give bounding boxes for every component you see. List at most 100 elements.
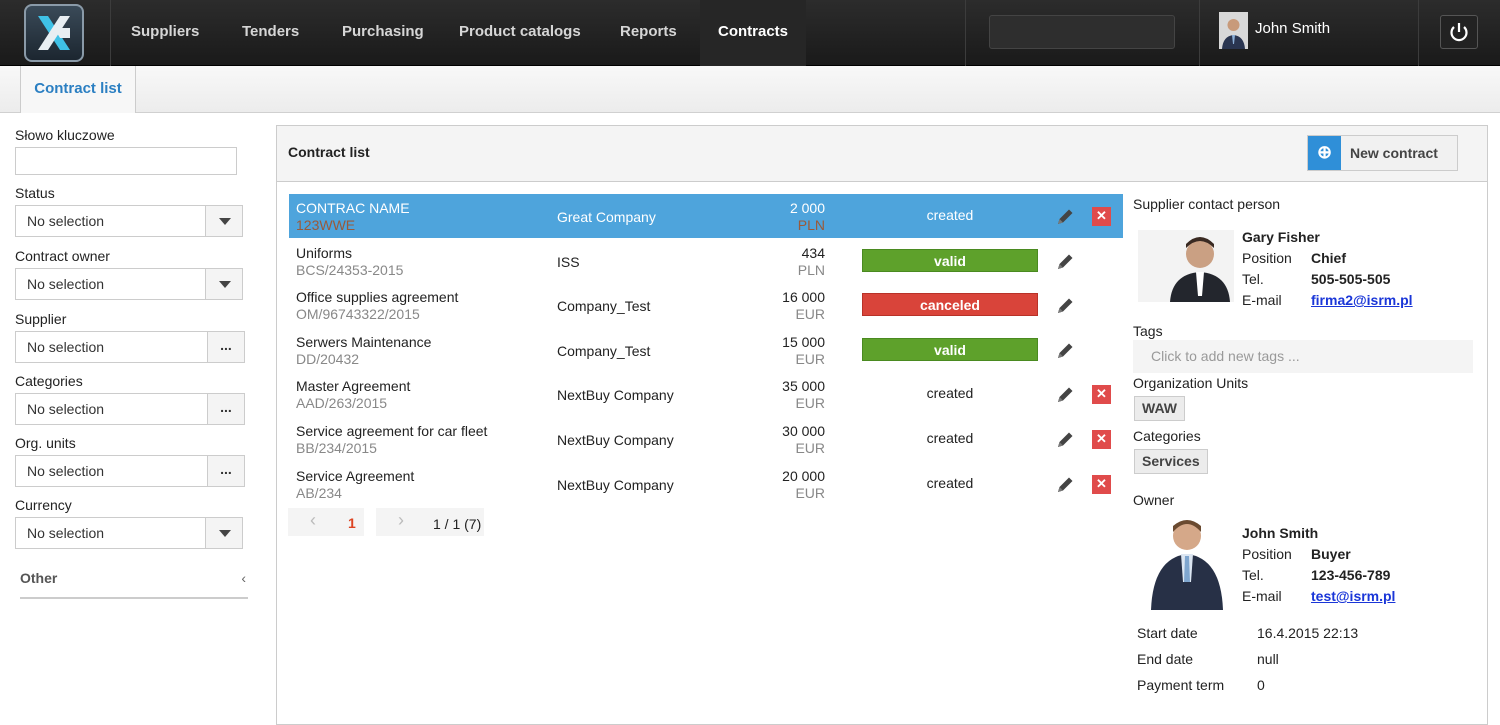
contact-email-label: E-mail bbox=[1242, 292, 1282, 308]
status-label: Status bbox=[15, 185, 55, 201]
org-units-browse-button[interactable]: ... bbox=[207, 456, 244, 486]
table-row[interactable]: Office supplies agreement OM/96743322/201… bbox=[289, 283, 1123, 327]
edit-pencil-icon[interactable] bbox=[1055, 252, 1075, 272]
edit-pencil-icon[interactable] bbox=[1055, 475, 1075, 495]
payment-term-value: 0 bbox=[1257, 677, 1265, 693]
delete-x-icon[interactable]: ✕ bbox=[1092, 385, 1111, 405]
contact-position-label: Position bbox=[1242, 250, 1292, 266]
nav-purchasing[interactable]: Purchasing bbox=[342, 0, 424, 66]
status-badge: canceled bbox=[862, 293, 1038, 317]
contract-amount: 434 bbox=[801, 244, 825, 261]
edit-pencil-icon[interactable] bbox=[1055, 430, 1075, 450]
tags-input[interactable]: Click to add new tags ... bbox=[1133, 340, 1473, 373]
edit-pencil-icon[interactable] bbox=[1055, 341, 1075, 361]
panel-title: Contract list bbox=[288, 144, 370, 160]
edit-pencil-icon[interactable] bbox=[1055, 296, 1075, 316]
contract-company: Great Company bbox=[557, 209, 656, 225]
keyword-label: Słowo kluczowe bbox=[15, 127, 115, 143]
tags-label: Tags bbox=[1133, 323, 1163, 339]
owner-tel: 123-456-789 bbox=[1311, 567, 1391, 583]
prev-page-button[interactable]: ‹ 1 bbox=[288, 508, 364, 536]
contract-currency: EUR bbox=[795, 395, 825, 412]
status-badge: valid bbox=[862, 248, 1038, 272]
supplier-browse-button[interactable]: ... bbox=[207, 332, 244, 362]
power-icon bbox=[1450, 23, 1468, 42]
contract-company: NextBuy Company bbox=[557, 476, 674, 493]
contract-code: BB/234/2015 bbox=[296, 440, 377, 456]
other-filters-toggle[interactable]: Other ‹ bbox=[20, 563, 248, 599]
current-page[interactable]: 1 bbox=[348, 515, 356, 531]
edit-pencil-icon[interactable] bbox=[1055, 207, 1075, 227]
chevron-down-icon[interactable] bbox=[205, 206, 242, 236]
start-date-value: 16.4.2015 22:13 bbox=[1257, 625, 1359, 641]
other-filters-label: Other bbox=[20, 570, 58, 586]
table-row[interactable]: Serwers Maintenance DD/20432 Company_Test 1… bbox=[289, 328, 1123, 372]
owner-photo bbox=[1141, 512, 1233, 610]
user-avatar[interactable] bbox=[1219, 12, 1248, 49]
global-search-input[interactable] bbox=[989, 15, 1175, 49]
contract-company: NextBuy Company bbox=[557, 387, 674, 404]
contract-name: Service Agreement bbox=[296, 467, 415, 484]
nav-reports[interactable]: Reports bbox=[620, 0, 677, 66]
contract-currency: PLN bbox=[797, 261, 825, 278]
contact-email-link[interactable]: firma2@isrm.pl bbox=[1311, 292, 1413, 308]
status-select-value: No selection bbox=[27, 213, 105, 229]
delete-x-icon[interactable]: ✕ bbox=[1092, 207, 1111, 226]
contract-company: NextBuy Company bbox=[557, 432, 674, 448]
delete-x-icon[interactable]: ✕ bbox=[1092, 430, 1111, 449]
table-row[interactable]: Service agreement for car fleet BB/234/20… bbox=[289, 417, 1123, 461]
nav-divider bbox=[110, 0, 111, 66]
new-contract-button[interactable]: ⊕ New contract bbox=[1307, 135, 1458, 171]
table-row[interactable]: CONTRAC NAME 123WWE Great Company 2 000 PLN c… bbox=[289, 194, 1123, 238]
owner-email-link[interactable]: test@isrm.pl bbox=[1311, 588, 1395, 604]
status-badge: created bbox=[926, 430, 974, 446]
table-row[interactable]: Service Agreement AB/234 NextBuy Company 20… bbox=[289, 462, 1123, 506]
chevron-left-icon: ‹ bbox=[310, 510, 316, 530]
contract-currency: EUR bbox=[795, 350, 825, 367]
nav-product-catalogs[interactable]: Product catalogs bbox=[459, 0, 581, 66]
categories-picker[interactable]: No selection... bbox=[15, 393, 245, 425]
chevron-right-icon: › bbox=[398, 510, 404, 530]
currency-select-value: No selection bbox=[27, 525, 105, 541]
nav-divider bbox=[1418, 0, 1419, 66]
contract-name: Serwers Maintenance bbox=[296, 333, 432, 350]
status-badge: created bbox=[926, 207, 974, 223]
nav-divider bbox=[1199, 0, 1200, 66]
tab-contract-list[interactable]: Contract list bbox=[20, 66, 136, 113]
edit-pencil-icon[interactable] bbox=[1055, 385, 1075, 405]
owner-select[interactable]: No selection bbox=[15, 268, 243, 300]
contract-amount: 20 000 bbox=[782, 467, 825, 484]
nav-contracts[interactable]: Contracts bbox=[700, 0, 806, 66]
new-contract-label: New contract bbox=[1350, 145, 1438, 161]
categories-browse-button[interactable]: ... bbox=[207, 394, 244, 424]
chevron-left-icon: ‹ bbox=[241, 570, 246, 586]
contact-tel: 505-505-505 bbox=[1311, 271, 1391, 287]
status-select[interactable]: No selection bbox=[15, 205, 243, 237]
owner-email-label: E-mail bbox=[1242, 588, 1282, 604]
logout-button[interactable] bbox=[1440, 15, 1478, 49]
contract-code: OM/96743322/2015 bbox=[296, 306, 420, 323]
table-row[interactable]: Master Agreement AAD/263/2015 NextBuy Comp… bbox=[289, 372, 1123, 416]
nav-suppliers[interactable]: Suppliers bbox=[131, 0, 199, 66]
user-name[interactable]: John Smith bbox=[1255, 20, 1330, 37]
org-units-label: Org. units bbox=[15, 435, 76, 451]
next-page-button[interactable]: › 1 / 1 (7) bbox=[376, 508, 484, 536]
app-logo[interactable] bbox=[24, 4, 84, 62]
keyword-input[interactable] bbox=[15, 147, 237, 175]
nav-tenders[interactable]: Tenders bbox=[242, 0, 299, 66]
org-units-picker[interactable]: No selection... bbox=[15, 455, 245, 487]
contract-code: AAD/263/2015 bbox=[296, 395, 388, 412]
contract-company: Company_Test bbox=[557, 298, 651, 315]
end-date-label: End date bbox=[1137, 651, 1194, 667]
currency-select[interactable]: No selection bbox=[15, 517, 243, 549]
table-row[interactable]: Uniforms BCS/24353-2015 ISS 434 PLN valid bbox=[289, 239, 1123, 283]
owner-position: Buyer bbox=[1311, 546, 1351, 562]
supplier-picker[interactable]: No selection... bbox=[15, 331, 245, 363]
contract-currency: EUR bbox=[795, 440, 825, 456]
contact-position: Chief bbox=[1311, 250, 1346, 266]
chevron-down-icon[interactable] bbox=[205, 518, 242, 548]
currency-label: Currency bbox=[15, 497, 72, 513]
delete-x-icon[interactable]: ✕ bbox=[1092, 474, 1111, 494]
chevron-down-icon[interactable] bbox=[205, 269, 242, 299]
owner-label: Contract owner bbox=[15, 248, 110, 264]
